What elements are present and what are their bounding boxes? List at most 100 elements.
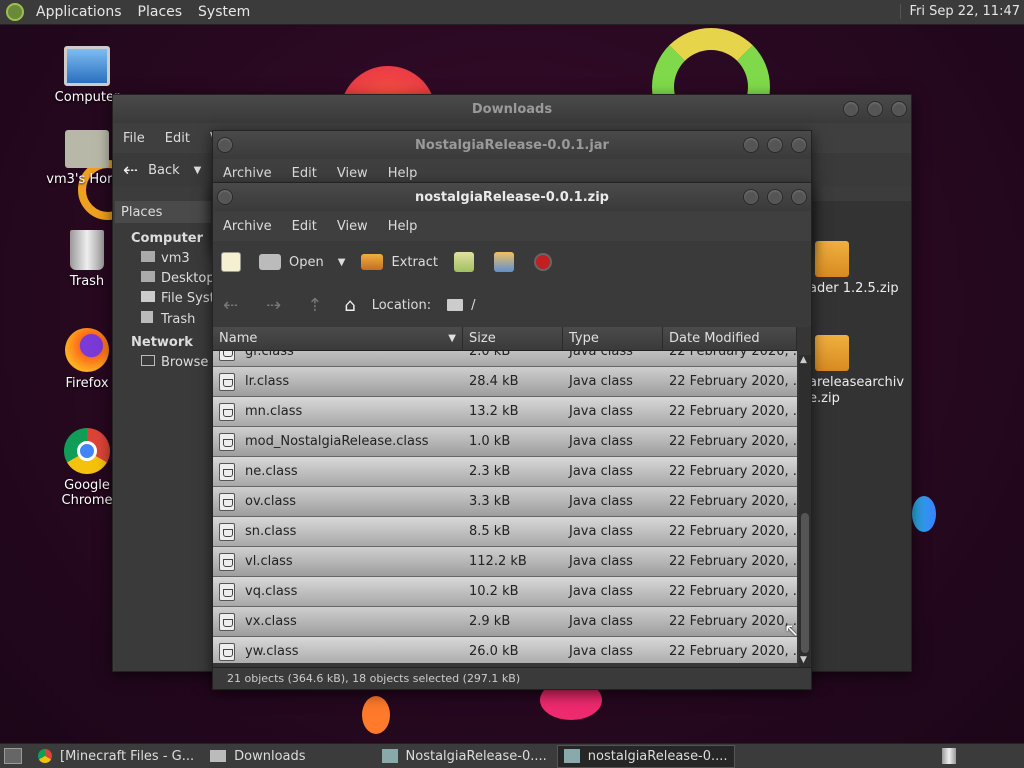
task-jar-archive[interactable]: NostalgiaRelease-0.... [376, 745, 553, 768]
file-row[interactable]: yw.class 26.0 kB Java class 22 February 202… [213, 637, 797, 663]
system-menu[interactable]: System [190, 4, 258, 20]
java-class-icon [219, 582, 235, 601]
jar-titlebar[interactable]: NostalgiaRelease-0.0.1.jar [213, 131, 811, 159]
clock[interactable]: Fri Sep 22, 11:47 [900, 4, 1020, 19]
home-icon[interactable]: ⌂ [344, 295, 355, 316]
task-zip-archive[interactable]: nostalgiaRelease-0.... [556, 744, 735, 768]
file-row[interactable]: gr.class 2.0 kB Java class 22 February 2020… [213, 351, 797, 367]
open-button[interactable]: Open ▼ [259, 254, 345, 270]
menu-edit[interactable]: Edit [282, 166, 327, 181]
chrome-icon-center [77, 441, 97, 461]
menu-view[interactable]: View [327, 219, 378, 234]
menu-archive[interactable]: Archive [213, 219, 282, 234]
file-row[interactable]: ov.class 3.3 kB Java class 22 February 2020… [213, 487, 797, 517]
file-row[interactable]: vl.class 112.2 kB Java class 22 February 20… [213, 547, 797, 577]
wallpaper-blue-dot [912, 496, 936, 532]
close-button[interactable] [891, 101, 907, 117]
column-date-modified[interactable]: Date Modified [663, 327, 797, 350]
minimize-button[interactable] [843, 101, 859, 117]
show-desktop-icon[interactable] [4, 748, 22, 764]
menu-help[interactable]: Help [378, 219, 428, 234]
up-arrow-icon[interactable]: ⇡ [307, 295, 322, 316]
minimize-button[interactable] [743, 137, 759, 153]
file-name: yw.class [245, 644, 299, 659]
file-item-release-archive[interactable]: areleasearchive.zip [809, 335, 909, 407]
column-size[interactable]: Size [463, 327, 563, 350]
task-minecraft-files[interactable]: [Minecraft Files - G... [32, 745, 200, 768]
downloads-titlebar[interactable]: Downloads [113, 95, 911, 123]
file-name-cell: vl.class [213, 552, 463, 571]
menu-view[interactable]: View [327, 166, 378, 181]
zip-titlebar[interactable]: nostalgiaRelease-0.0.1.zip [213, 183, 811, 211]
distro-logo-icon[interactable] [6, 3, 24, 21]
java-class-icon [219, 432, 235, 451]
file-date: 22 February 2020, ... [669, 554, 797, 569]
window-menu-button[interactable] [217, 189, 233, 205]
minimize-button[interactable] [743, 189, 759, 205]
maximize-button[interactable] [767, 189, 783, 205]
top-panel: Applications Places System Fri Sep 22, 1… [0, 0, 1024, 25]
back-button[interactable]: Back [148, 163, 180, 178]
sidebar-item-filesystem[interactable]: File System [115, 286, 235, 306]
applications-menu[interactable]: Applications [28, 4, 130, 20]
add-folder-icon[interactable] [494, 252, 514, 272]
window-menu-button[interactable] [217, 137, 233, 153]
sidebar-item-browse-network[interactable]: Browse Network [115, 350, 267, 370]
add-files-icon[interactable] [454, 252, 474, 272]
file-name-cell: vq.class [213, 582, 463, 601]
menu-help[interactable]: Help [378, 166, 428, 181]
chevron-down-icon[interactable]: ▼ [194, 165, 202, 176]
extract-button[interactable]: Extract [361, 254, 438, 270]
maximize-button[interactable] [767, 137, 783, 153]
back-arrow-icon[interactable]: ⇠ [223, 295, 238, 316]
desktop-icon-label: Google Chrome [61, 478, 113, 508]
computer-icon [64, 46, 110, 86]
places-menu[interactable]: Places [130, 4, 191, 20]
file-row[interactable]: lr.class 28.4 kB Java class 22 February 202… [213, 367, 797, 397]
close-button[interactable] [791, 137, 807, 153]
sidebar-item-desktop[interactable]: Desktop [115, 266, 215, 286]
file-type: Java class [569, 614, 633, 629]
file-row[interactable]: ne.class 2.3 kB Java class 22 February 2020… [213, 457, 797, 487]
sidebar-item-vm3[interactable]: vm3 [115, 246, 211, 266]
vertical-scrollbar[interactable]: ▲ ▼ [799, 355, 811, 667]
column-name[interactable]: Name ▼ [213, 327, 463, 350]
trash-applet-icon[interactable] [942, 748, 956, 764]
file-type: Java class [569, 644, 633, 659]
chevron-down-icon[interactable]: ▼ [338, 257, 346, 268]
file-type: Java class [569, 434, 633, 449]
menu-file[interactable]: File [113, 131, 155, 146]
file-name: ne.class [245, 464, 298, 479]
menu-edit[interactable]: Edit [282, 219, 327, 234]
extract-icon [361, 254, 384, 270]
sidebar-item-trash[interactable]: Trash [115, 306, 211, 327]
home-folder-icon [65, 130, 109, 168]
task-label: NostalgiaRelease-0.... [405, 748, 547, 764]
close-button[interactable] [791, 189, 807, 205]
stop-icon[interactable] [534, 253, 552, 271]
file-row[interactable]: vx.class 2.9 kB Java class 22 February 2020… [213, 607, 797, 637]
maximize-button[interactable] [867, 101, 883, 117]
task-downloads[interactable]: Downloads [204, 745, 311, 768]
forward-arrow-icon[interactable]: ⇢ [266, 295, 281, 316]
file-row[interactable]: mod_NostalgiaRelease.class 1.0 kB Java cla… [213, 427, 797, 457]
location-field[interactable]: / [447, 298, 475, 313]
file-row[interactable]: vq.class 10.2 kB Java class 22 February 202… [213, 577, 797, 607]
file-type: Java class [569, 554, 633, 569]
places-sidebar: Places Computer vm3 Desktop File System … [115, 201, 267, 671]
column-type[interactable]: Type [563, 327, 663, 350]
zip-window[interactable]: nostalgiaRelease-0.0.1.zip Archive Edit … [212, 182, 812, 690]
scroll-up-icon[interactable]: ▲ [800, 355, 807, 365]
menu-edit[interactable]: Edit [155, 131, 200, 146]
scrollbar-thumb[interactable] [801, 513, 809, 653]
scroll-down-icon[interactable]: ▼ [800, 655, 807, 665]
back-arrow-icon: ⇠ [123, 159, 139, 181]
new-archive-icon[interactable] [221, 252, 241, 272]
menu-archive[interactable]: Archive [213, 166, 282, 181]
file-date: 22 February 2020, ... [669, 644, 797, 659]
file-row[interactable]: sn.class 8.5 kB Java class 22 February 2020… [213, 517, 797, 547]
file-item-loader[interactable]: ader 1.2.5.zip [809, 241, 909, 296]
file-row[interactable]: mn.class 13.2 kB Java class 22 February 202… [213, 397, 797, 427]
sidebar-item-label: Trash [161, 312, 196, 327]
desktop-icon-label: Computer [54, 90, 120, 105]
